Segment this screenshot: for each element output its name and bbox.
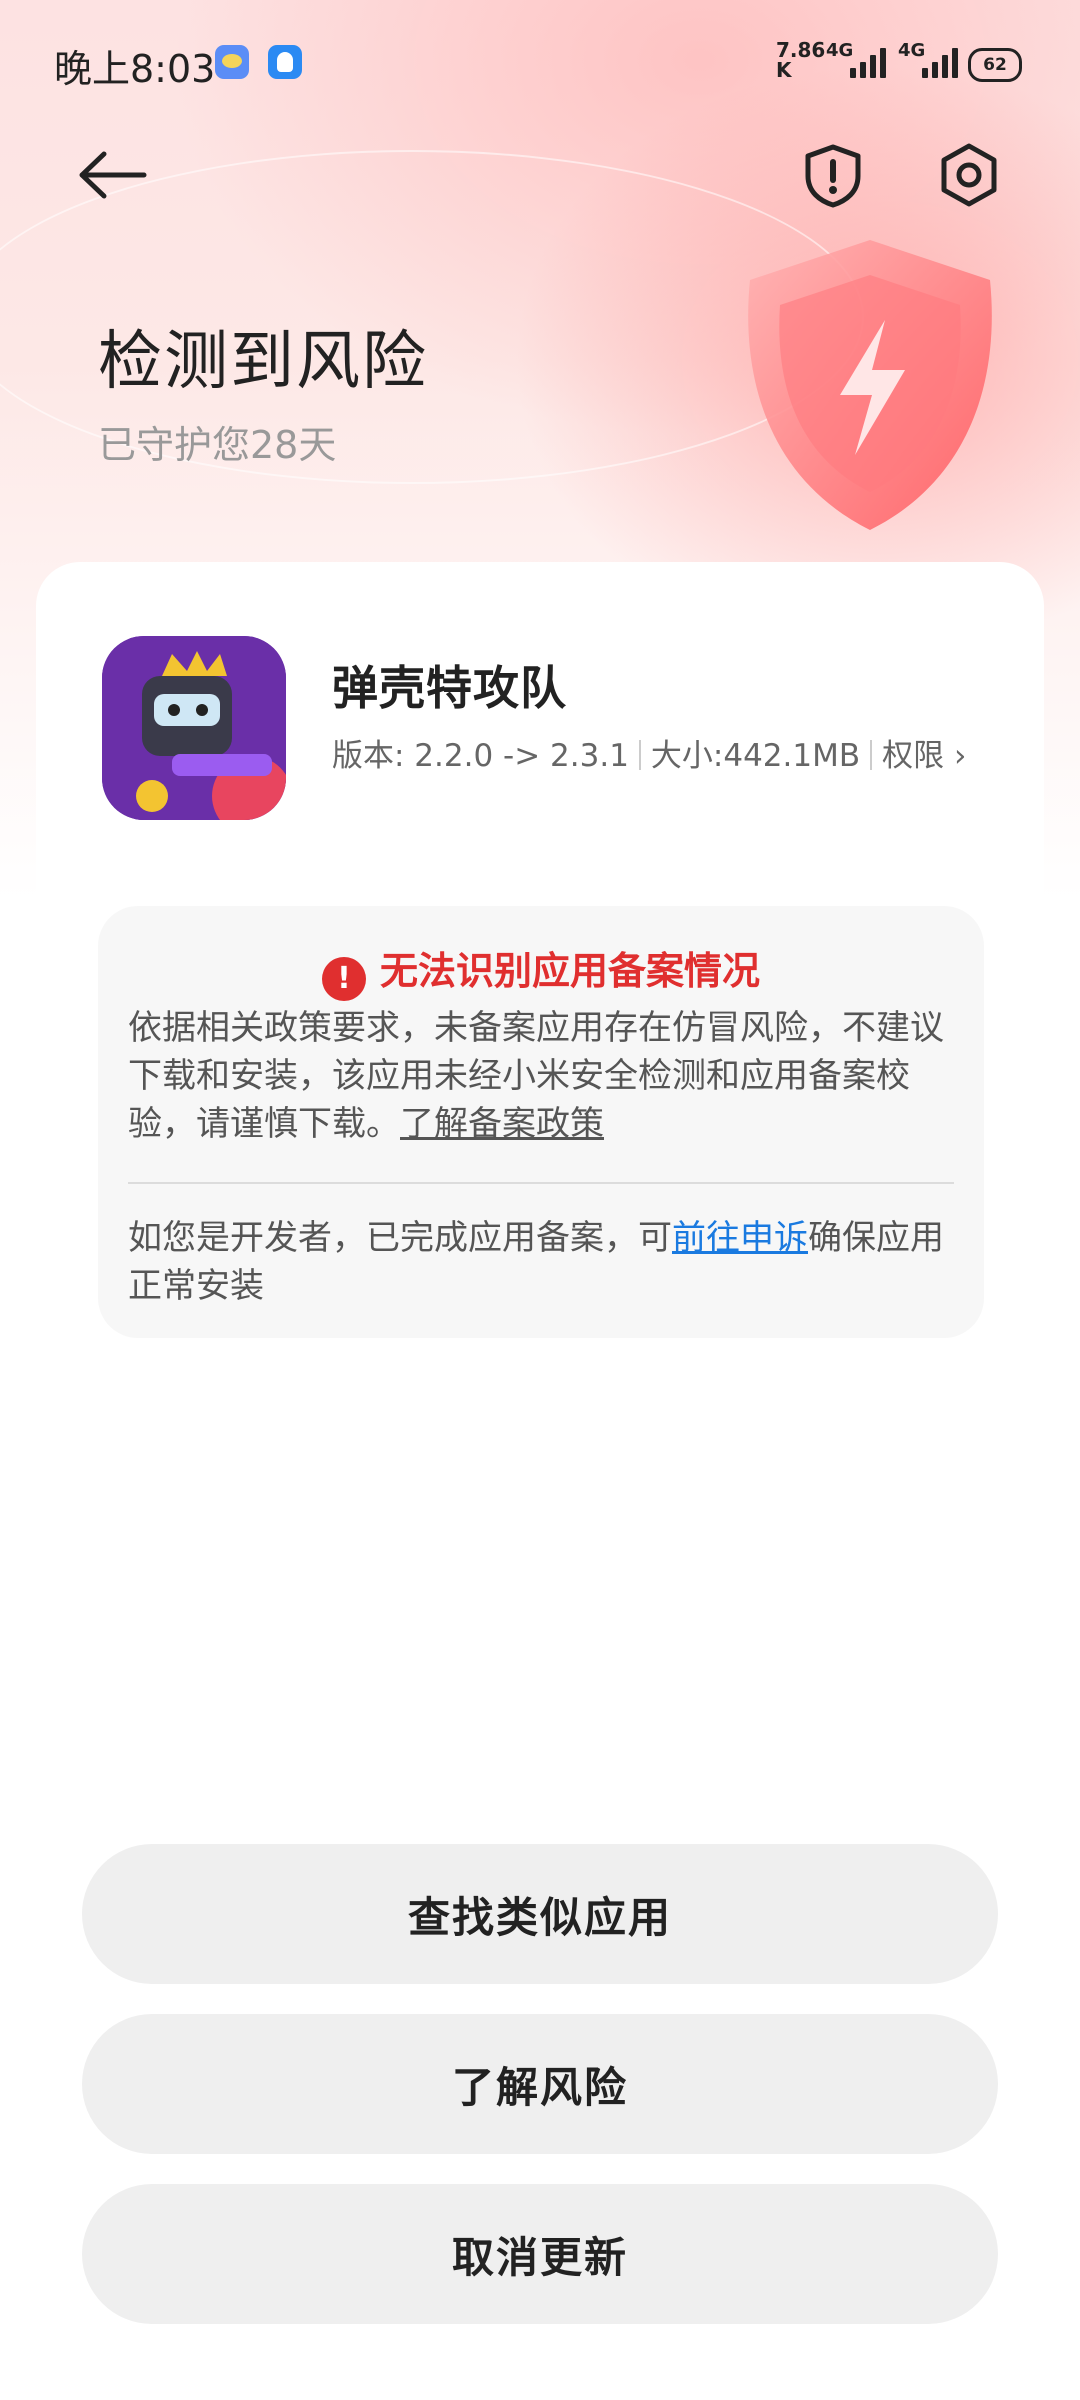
find-similar-apps-button[interactable]: 查找类似应用 <box>82 1844 998 1984</box>
back-arrow-icon <box>79 151 147 199</box>
divider <box>128 1182 954 1184</box>
meta-divider <box>870 740 873 770</box>
qq-app-icon <box>268 45 302 79</box>
shield-alert-icon <box>805 144 861 208</box>
developer-notice-prefix: 如您是开发者，已完成应用备案，可 <box>128 1218 672 1258</box>
app-icon <box>102 636 286 820</box>
protection-days: 已守护您28天 <box>98 423 337 467</box>
browser-app-icon <box>215 45 249 79</box>
permissions-label: 权限 <box>882 738 945 774</box>
app-name: 弹壳特攻队 <box>332 661 567 715</box>
status-bar: 晚上8:03 7.86 K 4G 4G 62 <box>0 0 1080 125</box>
net-speed-unit: K <box>776 58 792 82</box>
info-alert-icon: ! <box>321 957 366 1001</box>
back-button[interactable] <box>78 150 148 200</box>
settings-button[interactable] <box>936 142 1002 208</box>
status-time: 晚上8:03 <box>54 47 216 91</box>
cancel-update-button[interactable]: 取消更新 <box>82 2184 998 2324</box>
chevron-right-icon: › <box>954 738 967 774</box>
battery-icon: 62 <box>968 48 1022 82</box>
meta-divider <box>638 740 641 770</box>
app-size: 大小:442.1MB <box>650 738 861 774</box>
permissions-link[interactable]: 权限 › <box>882 738 966 774</box>
net-speed: 7.86 K <box>776 40 825 80</box>
warning-title-text: 无法识别应用备案情况 <box>379 949 760 993</box>
risk-warning-box: ! 无法识别应用备案情况 依据相关政策要求，未备案应用存在仿冒风险，不建议下载和安… <box>98 906 984 1338</box>
app-version: 版本: 2.2.0 -> 2.3.1 <box>332 738 629 774</box>
gear-icon <box>941 143 997 207</box>
policy-link[interactable]: 了解备案政策 <box>400 1104 604 1144</box>
page-title: 检测到风险 <box>98 325 428 399</box>
risk-shield-illustration <box>748 240 992 530</box>
warning-title: ! 无法识别应用备案情况 <box>98 940 984 1001</box>
developer-notice: 如您是开发者，已完成应用备案，可前往申诉确保应用正常安装 <box>128 1214 958 1310</box>
appeal-link[interactable]: 前往申诉 <box>672 1218 808 1258</box>
security-shield-button[interactable] <box>800 142 866 208</box>
warning-body: 依据相关政策要求，未备案应用存在仿冒风险，不建议下载和安装，该应用未经小米安全检… <box>128 1004 958 1148</box>
learn-risk-button[interactable]: 了解风险 <box>82 2014 998 2154</box>
app-meta: 版本: 2.2.0 -> 2.3.1 大小:442.1MB 权限 › <box>332 730 966 775</box>
net-speed-value: 7.86 <box>776 38 826 62</box>
